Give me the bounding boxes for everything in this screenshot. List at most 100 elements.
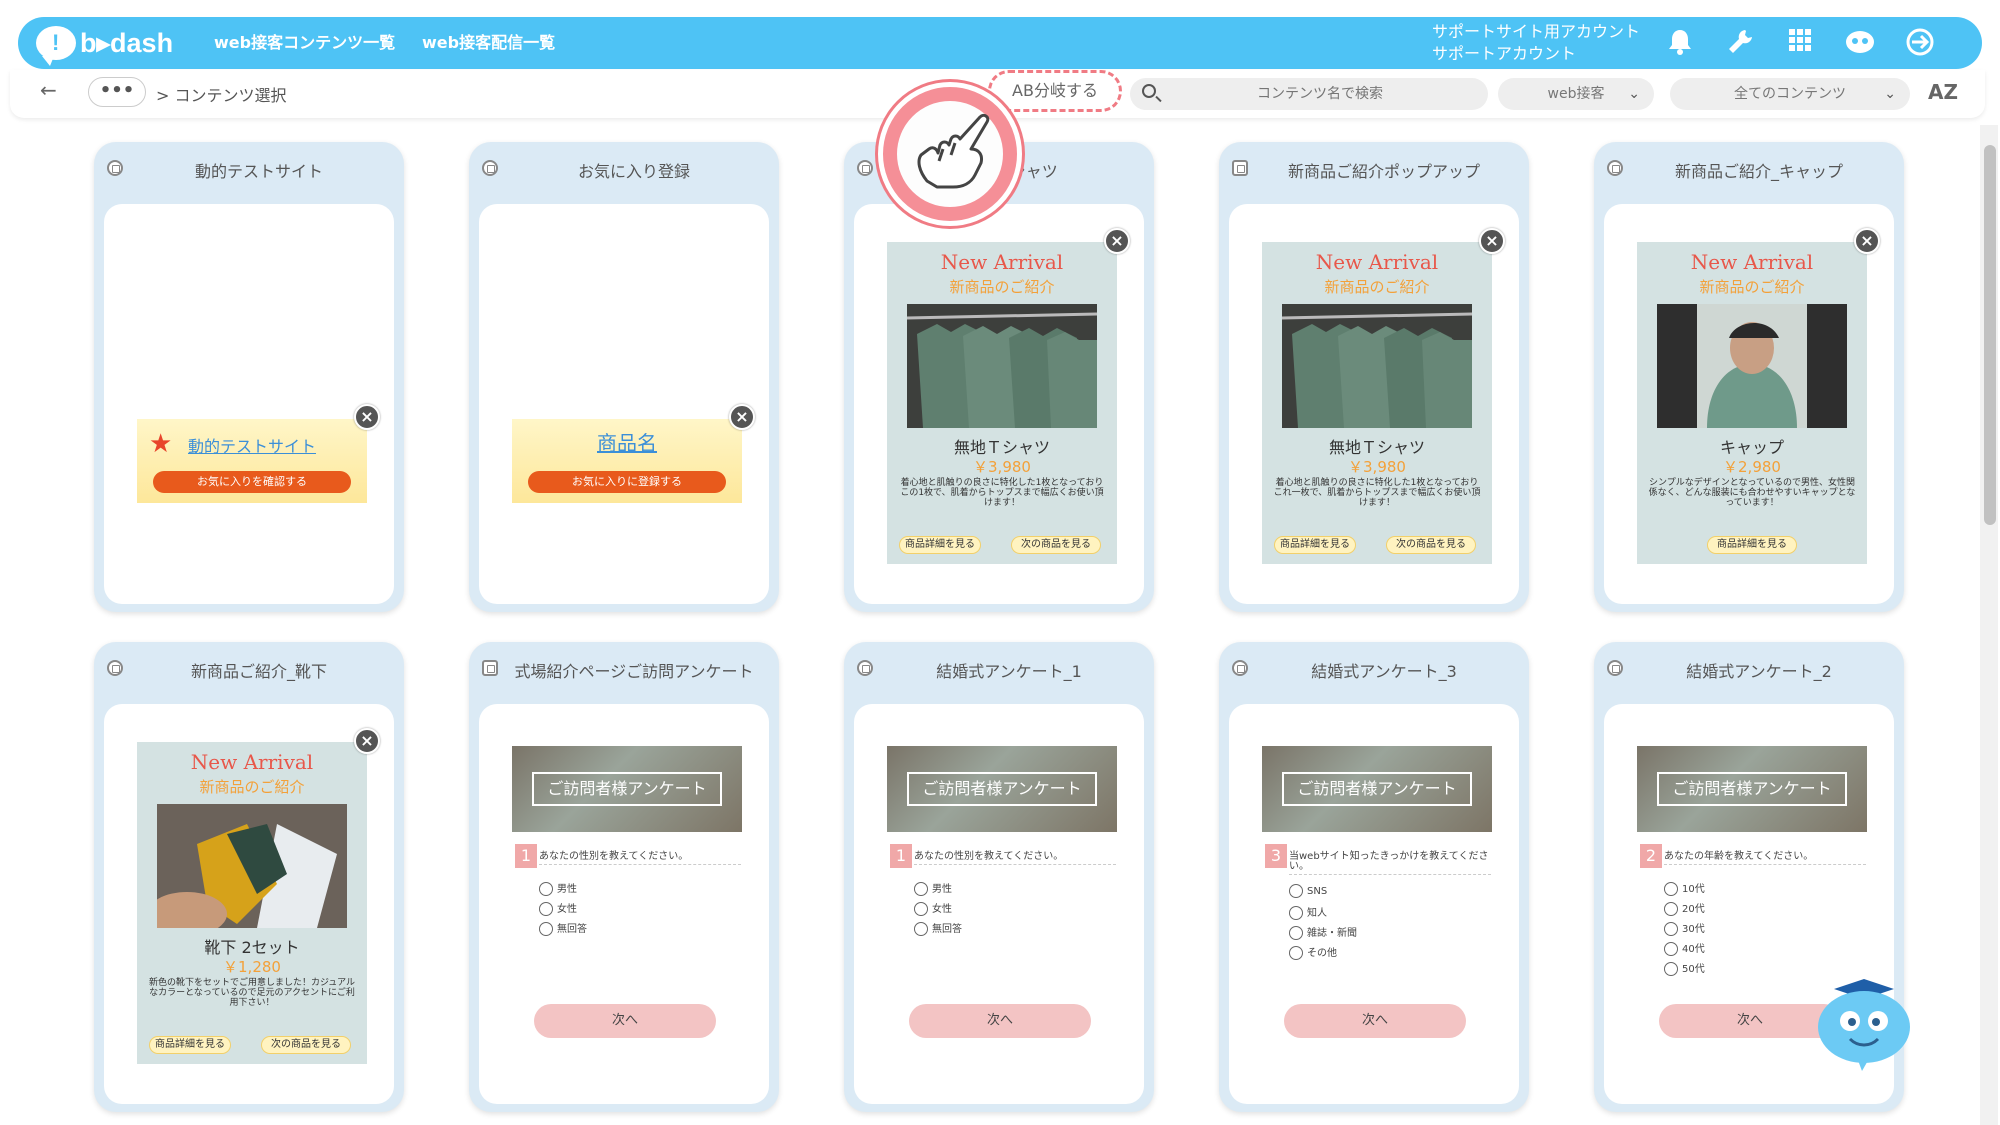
bdash-logo[interactable]: ! b▸dash [36,23,173,66]
survey-title: ご訪問者様アンケート [532,772,722,806]
content-card[interactable]: 動的テストサイト ★ 動的テストサイト お気に入りを確認する × [94,142,404,612]
option-label: 男性 [557,884,577,895]
survey-header-image: ご訪問者様アンケート [512,746,742,832]
survey-title: ご訪問者様アンケート [907,772,1097,806]
survey-title: ご訪問者様アンケート [1282,772,1472,806]
product-name: キャップ [1719,438,1784,457]
card-preview: ★ 動的テストサイト お気に入りを確認する × [104,204,394,604]
card-copy-icon[interactable] [482,660,498,676]
option-label: 20代 [1682,904,1705,915]
search-input[interactable] [1170,78,1470,110]
radio-icon [1664,922,1678,936]
content-card[interactable]: 地Tシャツ New Arrival 新商品のご紹介 無地Ｔシャツ ￥3,980 … [844,142,1154,612]
ab-branch-button[interactable]: AB分岐する [988,70,1122,112]
bell-icon[interactable] [1664,27,1696,59]
option-label: 女性 [557,904,577,915]
wrench-icon[interactable] [1724,27,1756,59]
content-card[interactable]: 式場紹介ページご訪問アンケート ご訪問者様アンケート 1 あなたの性別を教えてく… [469,642,779,1112]
content-card[interactable]: 新商品ご紹介_靴下 New Arrival 新商品のご紹介 靴下 2セット ￥1… [94,642,404,1112]
survey-title: ご訪問者様アンケート [1657,772,1847,806]
survey-option: 男性 [914,880,952,896]
radio-icon [914,882,928,896]
card-title: 結婚式アンケート_2 [1686,662,1832,681]
survey-next-button: 次へ [909,1004,1091,1038]
filter-select[interactable]: 全てのコンテンツ ⌄ [1670,78,1910,110]
question-text: あなたの性別を教えてください。 [539,852,741,865]
card-title: 結婚式アンケート_3 [1311,662,1457,681]
search-icon [1142,84,1156,98]
card-select-checkbox[interactable] [107,160,123,176]
search-box[interactable] [1130,78,1488,110]
survey-option: 30代 [1664,920,1705,936]
card-preview: New Arrival 新商品のご紹介 無地Ｔシャツ ￥3,980 着心地と肌触… [854,204,1144,604]
account-name: サポートサイト用アカウント [1432,22,1641,41]
nav-web-delivery-list[interactable]: web接客配信一覧 [422,17,555,69]
survey-option: SNS [1289,884,1327,898]
support-mascot-icon[interactable] [1844,27,1876,59]
card-title: 新商品ご紹介_キャップ [1674,162,1843,181]
detail-button: 商品詳細を見る [1274,536,1356,554]
help-mascot-icon[interactable] [1812,975,1916,1075]
product-name: 靴下 2セット [204,938,300,957]
tshirt-photo [1282,304,1472,428]
chevron-down-icon: ⌄ [1628,86,1640,102]
card-preview: ご訪問者様アンケート 3 当webサイト知ったきっかけを教えてください。 SNS… [1229,704,1519,1104]
back-arrow-icon[interactable]: ← [40,78,57,102]
breadcrumb-more-button[interactable]: ••• [88,77,146,107]
radio-icon [1664,962,1678,976]
logout-icon[interactable] [1904,27,1936,59]
card-preview: New Arrival 新商品のご紹介 靴下 2セット ￥1,280 新色の靴下… [104,704,394,1104]
option-label: 知人 [1307,908,1327,919]
question-number: 3 [1265,844,1287,868]
card-title: 結婚式アンケート_1 [936,662,1082,681]
sort-az-button[interactable]: AZ [1928,80,1958,104]
card-copy-icon[interactable] [1232,160,1248,176]
survey-header-image: ご訪問者様アンケート [1262,746,1492,832]
type-select[interactable]: web接客 ⌄ [1498,78,1654,110]
radio-icon [1664,882,1678,896]
cap-photo [1657,304,1847,428]
card-select-checkbox[interactable] [107,660,123,676]
card-select-checkbox[interactable] [482,160,498,176]
tshirt-photo [907,304,1097,428]
content-card[interactable]: 結婚式アンケート_3 ご訪問者様アンケート 3 当webサイト知ったきっかけを教… [1219,642,1529,1112]
detail-button: 商品詳細を見る [1707,536,1797,554]
nav-web-content-list[interactable]: web接客コンテンツ一覧 [214,17,395,69]
vertical-scrollbar[interactable] [1980,125,1998,1125]
question-text: あなたの性別を教えてください。 [914,852,1116,865]
survey-option: その他 [1289,944,1337,960]
popup-heading: New Arrival [940,250,1064,274]
card-select-checkbox[interactable] [857,660,873,676]
account-sub: サポートアカウント [1432,44,1577,63]
survey-option: 50代 [1664,960,1705,976]
scrollbar-thumb[interactable] [1984,145,1996,525]
survey-header-image: ご訪問者様アンケート [887,746,1117,832]
survey-option: 20代 [1664,900,1705,916]
product-description: 着心地と肌触りの良さに特化した1枚となっており これ一枚で、肌着からトップスまで… [1273,478,1481,508]
question-text: あなたの年齢を教えてください。 [1664,852,1866,865]
filter-select-value: 全てのコンテンツ [1734,86,1846,102]
logo-bubble-icon: ! [36,26,76,66]
survey-header-image: ご訪問者様アンケート [1637,746,1867,832]
radio-icon [914,922,928,936]
question-number: 1 [515,844,537,868]
card-select-checkbox[interactable] [1232,660,1248,676]
breadcrumb: > コンテンツ選択 [156,86,287,105]
content-card[interactable]: 新商品ご紹介_キャップ New Arrival 新商品のご紹介 キャップ ￥2,… [1594,142,1904,612]
content-card[interactable]: 結婚式アンケート_1 ご訪問者様アンケート 1 あなたの性別を教えてください。 … [844,642,1154,1112]
account-info[interactable]: サポートサイト用アカウント サポートアカウント [1432,21,1640,65]
survey-option: 無回答 [539,920,587,936]
radio-icon [1664,902,1678,916]
popup-subheading: 新商品のご紹介 [1699,278,1805,296]
content-card[interactable]: お気に入り登録 商品名 お気に入りに登録する × [469,142,779,612]
survey-option: 雑誌・新聞 [1289,924,1357,940]
content-card[interactable]: 新商品ご紹介ポップアップ New Arrival 新商品のご紹介 無地Ｔシャツ … [1219,142,1529,612]
card-select-checkbox[interactable] [1607,660,1623,676]
question-text: 当webサイト知ったきっかけを教えてください。 [1289,852,1491,875]
pointing-hand-circle [897,101,1003,207]
card-title: お気に入り登録 [577,162,690,181]
card-select-checkbox[interactable] [857,160,873,176]
apps-grid-icon[interactable] [1784,27,1816,59]
card-title: 新商品ご紹介_靴下 [190,662,327,681]
card-select-checkbox[interactable] [1607,160,1623,176]
